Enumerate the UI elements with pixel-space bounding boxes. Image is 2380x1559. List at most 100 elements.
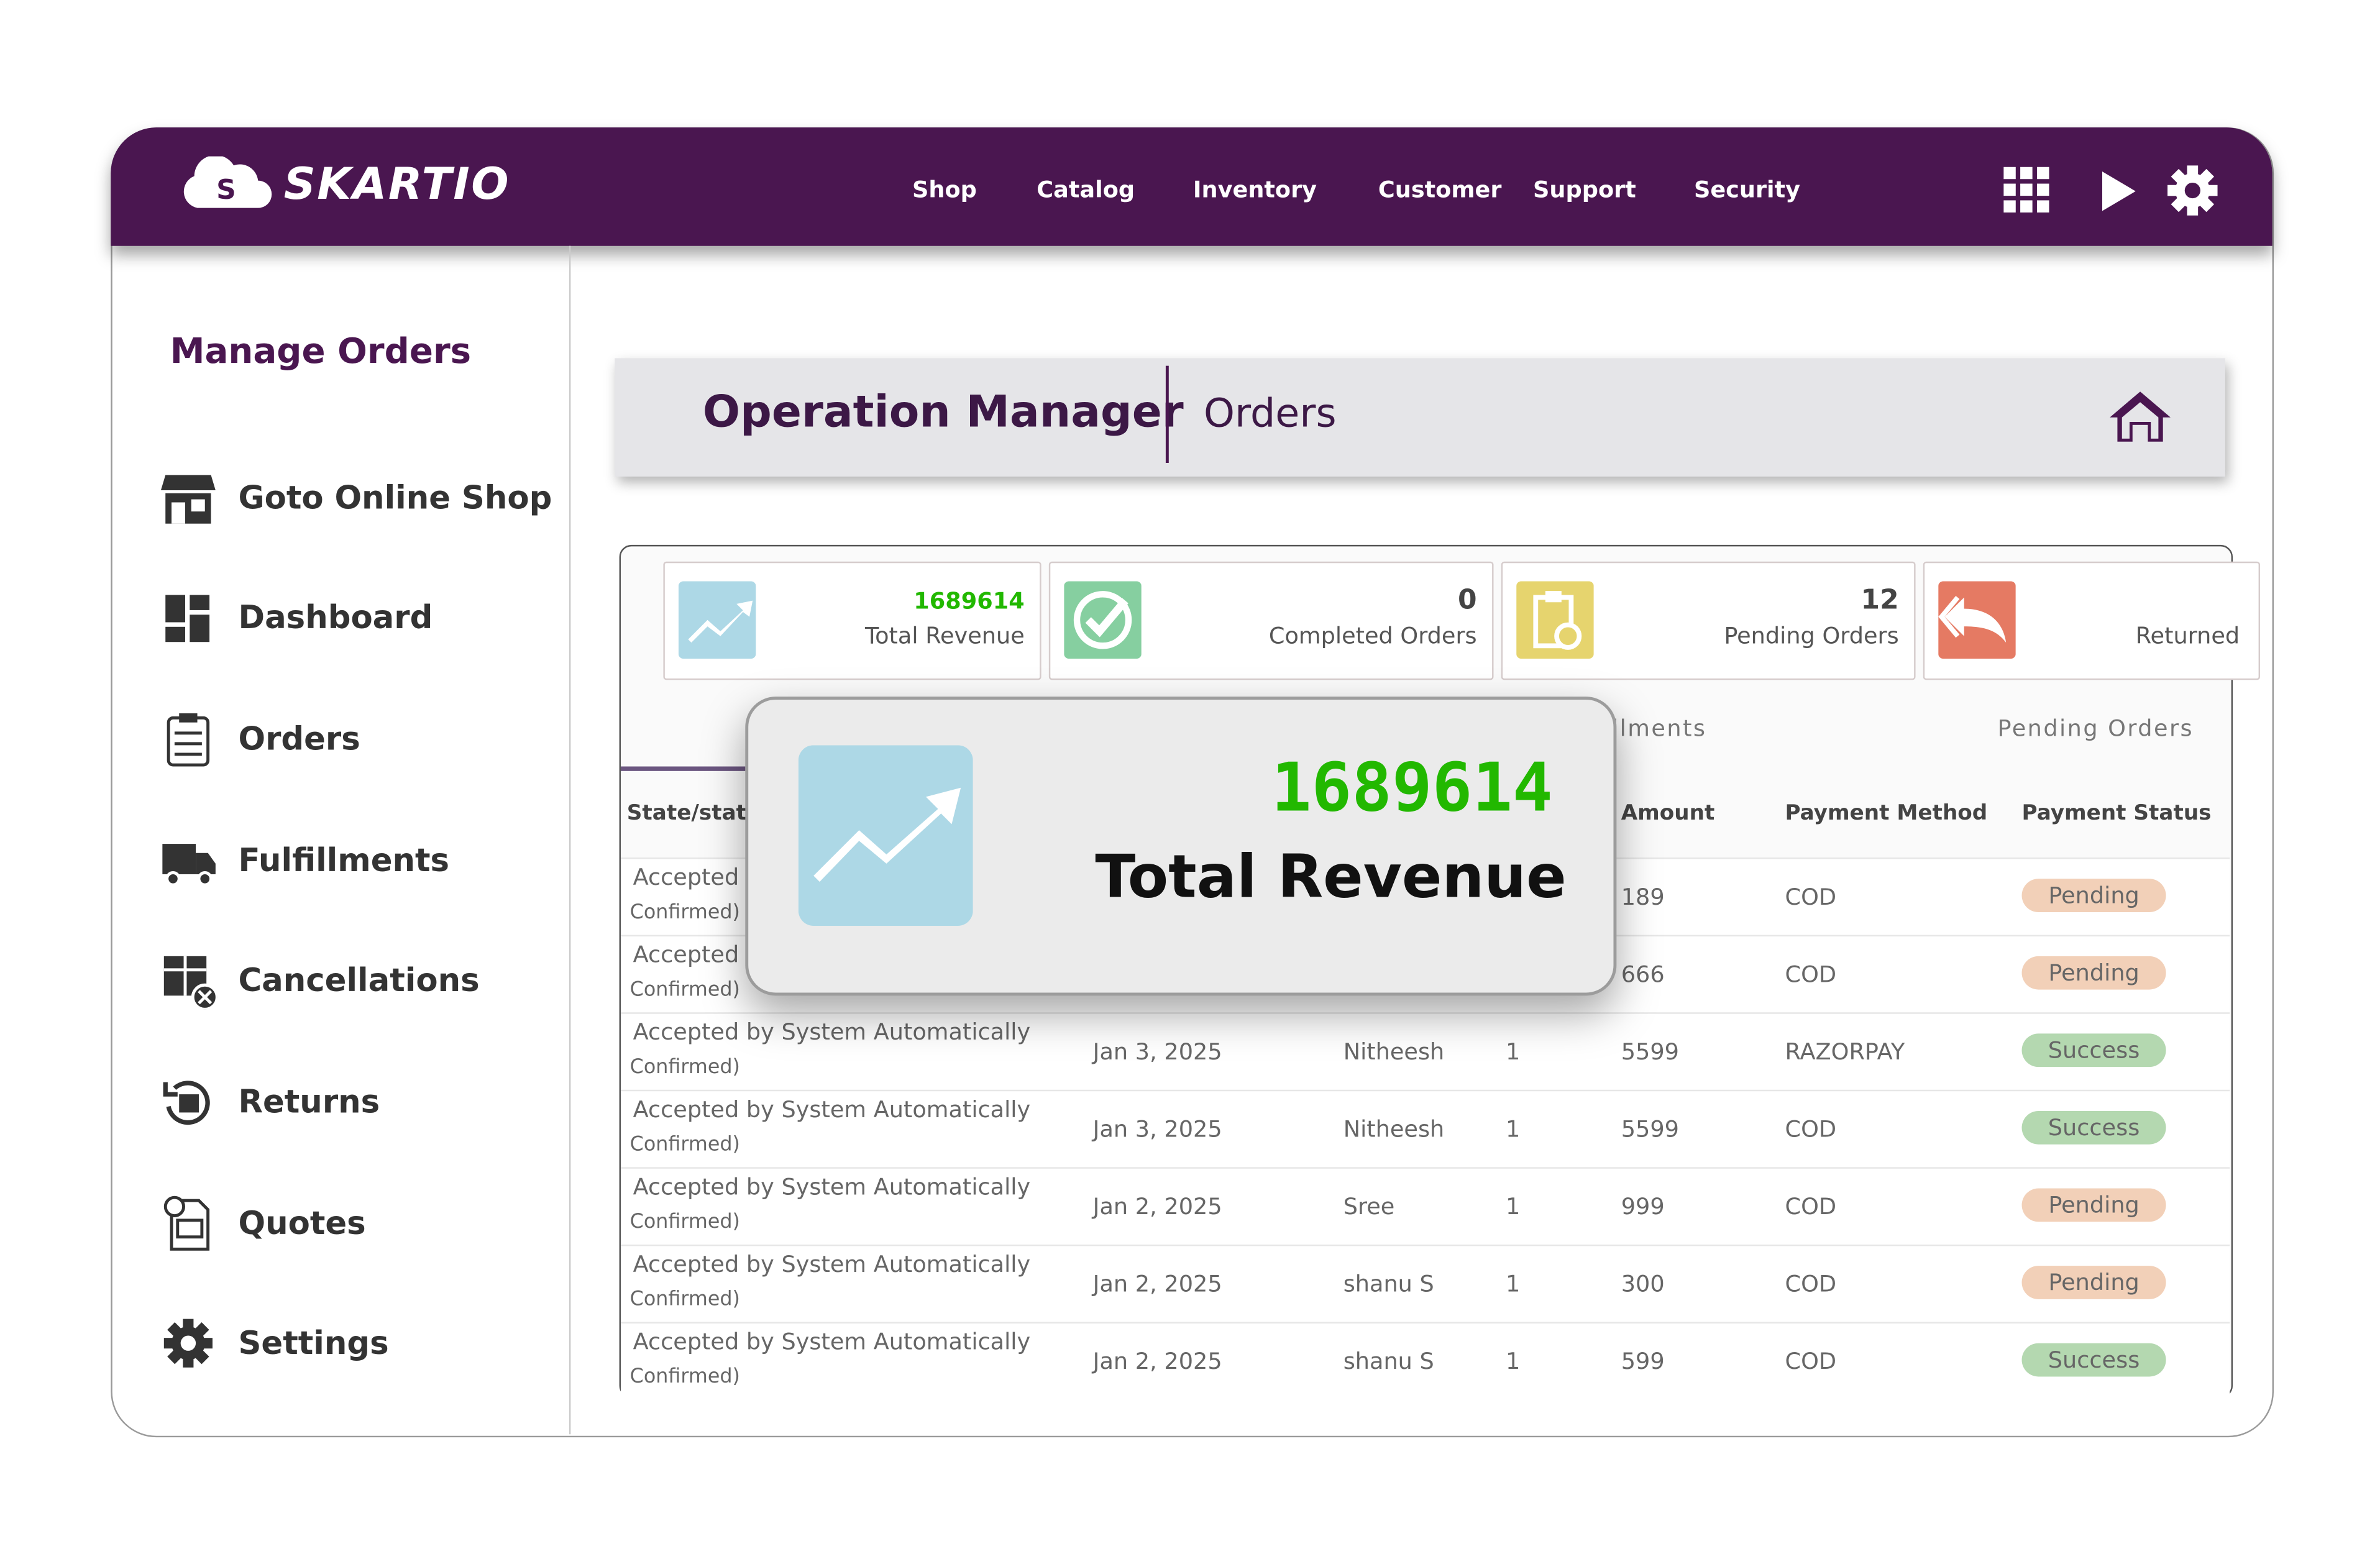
state-subtext: Confirmed)	[629, 979, 740, 1002]
stat-icon	[1516, 581, 1594, 659]
sidebar-item-label: Quotes	[238, 1205, 366, 1242]
nav-inventory[interactable]: Inventory	[1193, 176, 1317, 203]
customer-name: Sree	[1343, 1192, 1395, 1220]
breadcrumb-section[interactable]: Orders	[1204, 391, 1337, 437]
stat-icon	[1064, 581, 1142, 659]
play-icon[interactable]	[2102, 171, 2136, 211]
active-tab-indicator	[621, 766, 746, 771]
quantity: 1	[1506, 1192, 1521, 1220]
stat-card-returned[interactable]: Returned	[1923, 561, 2261, 680]
payment-status-badge: Success	[2021, 1033, 2166, 1068]
nav-shop[interactable]: Shop	[912, 176, 977, 203]
payment-method: COD	[1785, 1348, 1837, 1375]
sidebar-item-label: Cancellations	[238, 962, 480, 999]
sidebar-item-label: Dashboard	[238, 599, 433, 636]
sidebar-item-label: Fulfillments	[238, 842, 450, 879]
customer-name: shanu S	[1343, 1270, 1434, 1298]
table-row[interactable]: Accepted by System Automatically Confirm…	[621, 1322, 2230, 1401]
stat-value: 0	[1458, 584, 1477, 616]
stat-value: 1689614	[913, 587, 1025, 615]
payment-status-badge: Pending	[2021, 956, 2166, 990]
amount: 666	[1621, 961, 1665, 989]
truck-icon	[162, 844, 216, 887]
return-box-icon	[163, 1081, 210, 1125]
sidebar-item-dashboard[interactable]: Dashboard	[159, 587, 554, 648]
stat-card-total-revenue[interactable]: 1689614 Total Revenue	[663, 561, 1041, 680]
nav-support[interactable]: Support	[1533, 176, 1636, 203]
order-date: Jan 2, 2025	[1092, 1270, 1222, 1298]
state-text: Accepted by System Automatically	[633, 1250, 1031, 1278]
quantity: 1	[1506, 1348, 1521, 1375]
state-text: Accepted	[633, 863, 739, 891]
gear-icon	[163, 1319, 213, 1368]
cloud-logo-icon: S	[183, 156, 272, 208]
amount: 5599	[1621, 1115, 1679, 1143]
sidebar-item-fulfillments[interactable]: Fulfillments	[159, 830, 554, 891]
sidebar-item-label: Settings	[238, 1325, 389, 1362]
sidebar-item-settings[interactable]: Settings	[159, 1313, 554, 1374]
sidebar-item-goto-online-shop[interactable]: Goto Online Shop	[159, 467, 554, 528]
stat-icon	[1938, 581, 2016, 659]
title-divider	[1165, 365, 1169, 463]
stat-value: 12	[1861, 584, 1899, 616]
order-date: Jan 2, 2025	[1092, 1348, 1222, 1375]
home-icon[interactable]	[2108, 388, 2172, 443]
customer-name: shanu S	[1343, 1348, 1434, 1375]
table-row[interactable]: Accepted by System Automatically Confirm…	[621, 1244, 2230, 1324]
gear-icon[interactable]	[2167, 165, 2218, 216]
state-text: Accepted by System Automatically	[633, 1018, 1031, 1046]
table-row[interactable]: Accepted by System Automatically Confirm…	[621, 1012, 2230, 1092]
quantity: 1	[1506, 1038, 1521, 1066]
payment-status-badge: Pending	[2021, 879, 2166, 913]
sidebar-divider	[569, 245, 571, 1435]
stat-label: Total Revenue	[864, 622, 1025, 650]
table-row[interactable]: Accepted by System Automatically Confirm…	[621, 1167, 2230, 1246]
payment-method: COD	[1785, 1115, 1837, 1143]
sidebar-item-cancellations[interactable]: Cancellations	[159, 950, 554, 1011]
grid-icon[interactable]	[2003, 167, 2051, 214]
stat-card-pending-orders[interactable]: 12 Pending Orders	[1501, 561, 1916, 680]
payment-status-badge: Success	[2021, 1110, 2166, 1145]
sidebar-item-quotes[interactable]: Quotes	[159, 1193, 554, 1254]
payment-method: RAZORPAY	[1785, 1038, 1905, 1066]
state-subtext: Confirmed)	[629, 901, 740, 925]
table-row[interactable]: Accepted by System Automatically Confirm…	[621, 1089, 2230, 1169]
stat-icon	[678, 581, 756, 659]
state-subtext: Confirmed)	[629, 1133, 740, 1157]
order-date: Jan 2, 2025	[1092, 1192, 1222, 1220]
sidebar-item-label: Returns	[238, 1084, 380, 1120]
order-date: Jan 3, 2025	[1092, 1038, 1222, 1066]
state-text: Accepted	[633, 941, 739, 969]
payment-method: COD	[1785, 1192, 1837, 1220]
sidebar-item-returns[interactable]: Returns	[159, 1071, 554, 1132]
col-payment-method: Payment Method	[1785, 801, 1988, 826]
tab-pending-orders[interactable]: Pending Orders	[1997, 715, 2194, 742]
stat-label: Completed Orders	[1268, 622, 1477, 650]
popup-revenue-label: Total Revenue	[1095, 844, 1567, 913]
clipboard-icon	[167, 713, 210, 767]
nav-catalog[interactable]: Catalog	[1037, 176, 1135, 203]
state-text: Accepted by System Automatically	[633, 1095, 1031, 1123]
state-subtext: Confirmed)	[629, 1288, 740, 1312]
amount: 999	[1621, 1192, 1665, 1220]
nav-customer[interactable]: Customer	[1378, 176, 1502, 203]
payment-status-badge: Pending	[2021, 1188, 2166, 1222]
quantity: 1	[1506, 1270, 1521, 1298]
tab-fulfillments[interactable]: llments	[1612, 715, 1706, 742]
stat-label: Pending Orders	[1724, 622, 1899, 650]
state-text: Accepted by System Automatically	[633, 1173, 1031, 1201]
sidebar-item-orders[interactable]: Orders	[159, 709, 554, 770]
nav-security[interactable]: Security	[1694, 176, 1800, 203]
quantity: 1	[1506, 1115, 1521, 1143]
stat-card-completed-orders[interactable]: 0 Completed Orders	[1048, 561, 1494, 680]
popup-revenue-value: 1689614	[1271, 749, 1553, 828]
box-cancel-icon	[163, 956, 217, 1010]
amount: 189	[1621, 883, 1665, 911]
trend-up-icon	[798, 745, 973, 926]
store-icon	[160, 475, 216, 524]
payment-method: COD	[1785, 883, 1837, 911]
state-subtext: Confirmed)	[629, 1211, 740, 1234]
brand-name[interactable]: SKARTIO	[284, 158, 510, 209]
payment-status-badge: Success	[2021, 1343, 2166, 1377]
state-text: Accepted by System Automatically	[633, 1328, 1031, 1356]
